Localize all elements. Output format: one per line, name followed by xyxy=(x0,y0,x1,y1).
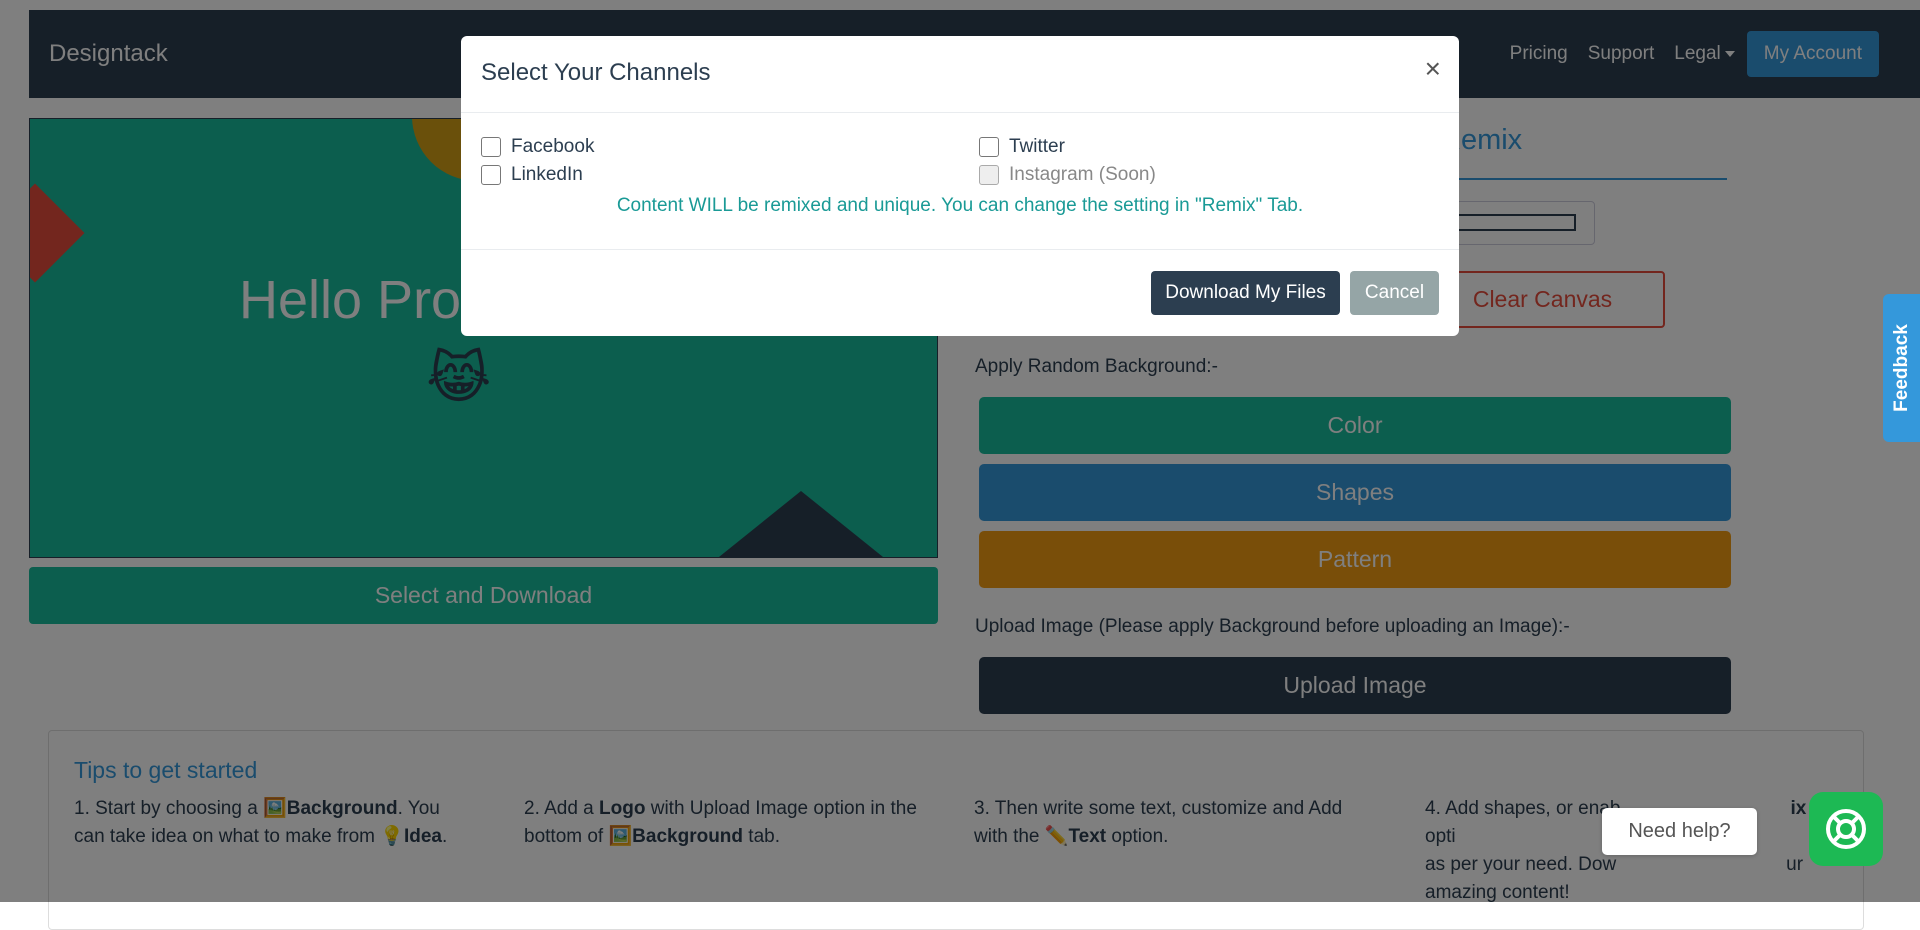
feedback-tab[interactable]: Feedback xyxy=(1883,294,1920,442)
remix-note: Content WILL be remixed and unique. You … xyxy=(616,195,1304,216)
cancel-button[interactable]: Cancel xyxy=(1350,271,1439,315)
channel-facebook[interactable]: Facebook xyxy=(481,136,594,158)
twitter-checkbox[interactable] xyxy=(979,137,999,157)
need-help-bubble[interactable]: Need help? xyxy=(1602,808,1757,855)
channel-twitter[interactable]: Twitter xyxy=(979,136,1065,158)
close-icon[interactable]: × xyxy=(1425,54,1441,84)
download-my-files-button[interactable]: Download My Files xyxy=(1151,271,1340,315)
modal-footer: Download My Files Cancel xyxy=(461,249,1459,336)
modal-title: Select Your Channels xyxy=(481,59,711,86)
linkedin-checkbox[interactable] xyxy=(481,165,501,185)
modal-header: Select Your Channels × xyxy=(461,36,1459,113)
twitter-label[interactable]: Twitter xyxy=(1009,136,1065,158)
facebook-checkbox[interactable] xyxy=(481,137,501,157)
linkedin-label[interactable]: LinkedIn xyxy=(511,164,583,186)
instagram-checkbox xyxy=(979,165,999,185)
facebook-label[interactable]: Facebook xyxy=(511,136,594,158)
channel-instagram: Instagram (Soon) xyxy=(979,164,1156,186)
instagram-label: Instagram (Soon) xyxy=(1009,164,1156,185)
channel-linkedin[interactable]: LinkedIn xyxy=(481,164,583,186)
select-channels-modal: Select Your Channels × Facebook Twitter … xyxy=(461,36,1459,336)
feedback-label: Feedback xyxy=(1890,324,1912,412)
lifebuoy-icon xyxy=(1826,809,1866,849)
help-lifebuoy-button[interactable] xyxy=(1809,792,1883,866)
